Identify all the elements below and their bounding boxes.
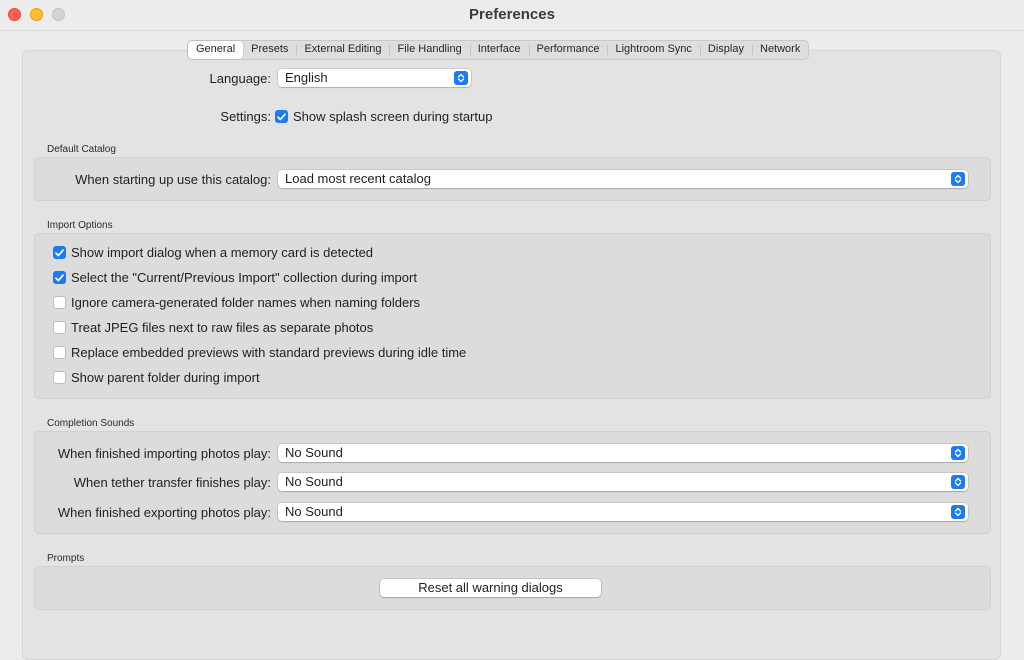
reset-warning-dialogs-button[interactable]: Reset all warning dialogs [380, 579, 601, 597]
export-sound-value: No Sound [285, 504, 343, 519]
checkbox-checked-icon[interactable] [53, 246, 66, 259]
import-sound-value: No Sound [285, 445, 343, 460]
tab-lightroom-sync[interactable]: Lightroom Sync [607, 41, 699, 59]
import-sound-popup[interactable]: No Sound [278, 444, 968, 462]
import-option-item[interactable]: Select the "Current/Previous Import" col… [53, 270, 417, 285]
import-option-item[interactable]: Show parent folder during import [53, 370, 260, 385]
checkbox-unchecked-icon[interactable] [53, 321, 66, 334]
tab-display[interactable]: Display [699, 41, 752, 59]
prompts-heading: Prompts [47, 553, 85, 564]
import-sound-label: When finished importing photos play: [57, 446, 271, 461]
splash-screen-option[interactable]: Show splash screen during startup [275, 109, 492, 124]
import-option-item[interactable]: Replace embedded previews with standard … [53, 345, 466, 360]
default-catalog-heading: Default Catalog [47, 144, 116, 155]
tab-bar: General Presets External Editing File Ha… [187, 40, 810, 60]
checkbox-checked-icon[interactable] [275, 110, 288, 123]
popup-stepper-icon [454, 71, 468, 85]
import-option-item[interactable]: Ignore camera-generated folder names whe… [53, 295, 420, 310]
tab-presets[interactable]: Presets [243, 41, 296, 59]
splash-screen-label: Show splash screen during startup [293, 109, 493, 124]
language-popup[interactable]: English [278, 69, 471, 87]
tab-file-handling[interactable]: File Handling [389, 41, 469, 59]
import-option-label: Ignore camera-generated folder names whe… [71, 295, 421, 310]
window-title: Preferences [469, 6, 555, 23]
tab-external-editing[interactable]: External Editing [296, 41, 389, 59]
catalog-value: Load most recent catalog [285, 171, 431, 186]
settings-label: Settings: [220, 109, 271, 124]
import-option-label: Show parent folder during import [71, 370, 260, 385]
tab-network[interactable]: Network [752, 41, 808, 59]
import-option-item[interactable]: Show import dialog when a memory card is… [53, 245, 373, 260]
import-option-label: Show import dialog when a memory card is… [71, 245, 374, 260]
checkbox-unchecked-icon[interactable] [53, 346, 66, 359]
import-option-label: Select the "Current/Previous Import" col… [71, 270, 417, 285]
catalog-label: When starting up use this catalog: [75, 172, 271, 187]
catalog-popup[interactable]: Load most recent catalog [278, 170, 968, 188]
import-option-item[interactable]: Treat JPEG files next to raw files as se… [53, 320, 373, 335]
checkbox-unchecked-icon[interactable] [53, 296, 66, 309]
export-sound-popup[interactable]: No Sound [278, 503, 968, 521]
popup-stepper-icon [951, 172, 965, 186]
import-option-label: Replace embedded previews with standard … [71, 345, 467, 360]
popup-stepper-icon [951, 505, 965, 519]
language-label: Language: [209, 71, 271, 86]
import-options-heading: Import Options [47, 220, 113, 231]
language-value: English [285, 70, 328, 85]
export-sound-label: When finished exporting photos play: [57, 505, 271, 520]
title-bar: Preferences [0, 0, 1024, 31]
completion-sounds-heading: Completion Sounds [47, 418, 135, 429]
checkbox-checked-icon[interactable] [53, 271, 66, 284]
popup-stepper-icon [951, 475, 965, 489]
tether-sound-label: When tether transfer finishes play: [73, 475, 271, 490]
tether-sound-popup[interactable]: No Sound [278, 473, 968, 491]
tab-performance[interactable]: Performance [528, 41, 608, 59]
import-option-label: Treat JPEG files next to raw files as se… [71, 320, 374, 335]
preferences-window: Preferences General Presets External Edi… [0, 0, 1024, 660]
popup-stepper-icon [951, 446, 965, 460]
tether-sound-value: No Sound [285, 474, 343, 489]
checkbox-unchecked-icon[interactable] [53, 371, 66, 384]
tab-general[interactable]: General [188, 41, 244, 59]
tab-interface[interactable]: Interface [469, 41, 529, 59]
